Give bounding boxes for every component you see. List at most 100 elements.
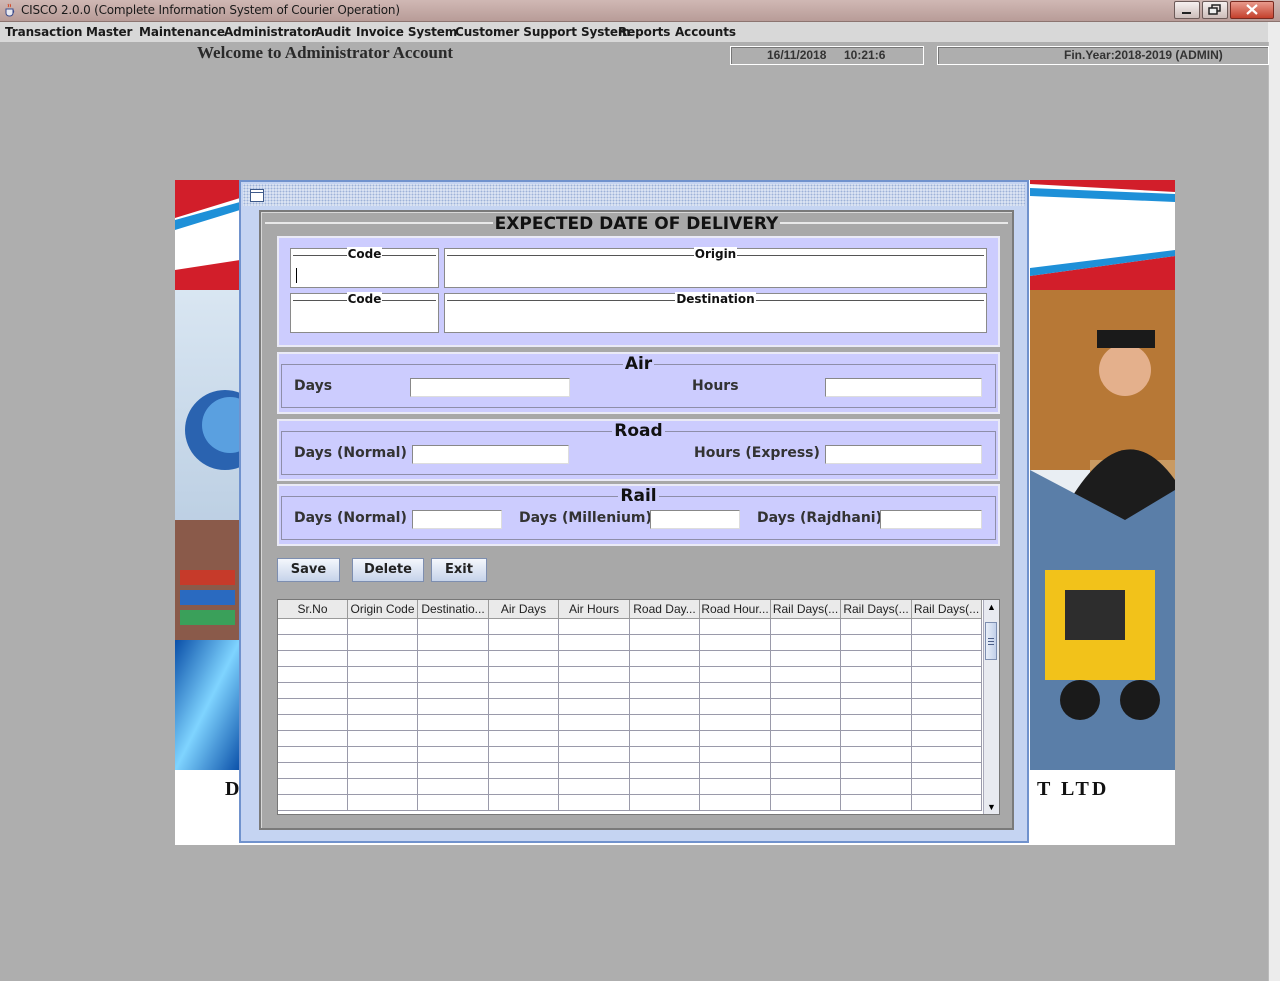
- table-cell[interactable]: [912, 635, 982, 651]
- table-cell[interactable]: [700, 667, 771, 683]
- table-cell[interactable]: [912, 747, 982, 763]
- table-cell[interactable]: [700, 763, 771, 779]
- table-row[interactable]: [278, 619, 982, 635]
- table-cell[interactable]: [630, 667, 700, 683]
- table-cell[interactable]: [771, 699, 841, 715]
- table-cell[interactable]: [912, 699, 982, 715]
- table-cell[interactable]: [278, 699, 348, 715]
- destination-field[interactable]: Destination: [444, 292, 987, 333]
- table-cell[interactable]: [912, 715, 982, 731]
- table-cell[interactable]: [278, 763, 348, 779]
- table-cell[interactable]: [489, 795, 559, 811]
- table-cell[interactable]: [489, 619, 559, 635]
- table-cell[interactable]: [771, 667, 841, 683]
- table-cell[interactable]: [559, 715, 630, 731]
- table-cell[interactable]: [841, 651, 912, 667]
- table-cell[interactable]: [771, 795, 841, 811]
- table-cell[interactable]: [559, 763, 630, 779]
- table-cell[interactable]: [771, 683, 841, 699]
- table-cell[interactable]: [559, 667, 630, 683]
- dest-code-field[interactable]: Code: [290, 292, 439, 333]
- table-cell[interactable]: [700, 651, 771, 667]
- menu-invoice-system[interactable]: Invoice System: [356, 25, 457, 39]
- menu-maintenance[interactable]: Maintenance: [139, 25, 225, 39]
- table-cell[interactable]: [559, 731, 630, 747]
- rail-rajdhani-input[interactable]: [880, 510, 982, 529]
- exit-button[interactable]: Exit: [431, 558, 487, 582]
- restore-button[interactable]: [1202, 1, 1228, 19]
- table-cell[interactable]: [489, 715, 559, 731]
- table-cell[interactable]: [278, 731, 348, 747]
- table-cell[interactable]: [278, 667, 348, 683]
- table-row[interactable]: [278, 667, 982, 683]
- minimize-button[interactable]: [1174, 1, 1200, 19]
- table-cell[interactable]: [489, 747, 559, 763]
- table-cell[interactable]: [348, 779, 418, 795]
- scroll-thumb[interactable]: [985, 622, 997, 660]
- table-cell[interactable]: [700, 715, 771, 731]
- table-cell[interactable]: [559, 619, 630, 635]
- table-cell[interactable]: [418, 635, 489, 651]
- table-cell[interactable]: [278, 779, 348, 795]
- table-cell[interactable]: [489, 651, 559, 667]
- table-cell[interactable]: [841, 619, 912, 635]
- menu-audit[interactable]: Audit: [315, 25, 351, 39]
- table-cell[interactable]: [278, 635, 348, 651]
- table-cell[interactable]: [912, 683, 982, 699]
- table-cell[interactable]: [348, 795, 418, 811]
- table-cell[interactable]: [418, 747, 489, 763]
- column-header[interactable]: Air Days: [489, 600, 559, 619]
- table-cell[interactable]: [278, 651, 348, 667]
- scroll-up-icon[interactable]: ▲: [984, 600, 999, 614]
- table-cell[interactable]: [630, 683, 700, 699]
- column-header[interactable]: Rail Days(...: [771, 600, 841, 619]
- column-header[interactable]: Sr.No: [278, 600, 348, 619]
- table-cell[interactable]: [418, 667, 489, 683]
- table-cell[interactable]: [841, 715, 912, 731]
- table-row[interactable]: [278, 795, 982, 811]
- table-cell[interactable]: [559, 779, 630, 795]
- table-cell[interactable]: [700, 731, 771, 747]
- table-cell[interactable]: [348, 619, 418, 635]
- table-cell[interactable]: [771, 731, 841, 747]
- table-cell[interactable]: [418, 779, 489, 795]
- table-cell[interactable]: [771, 747, 841, 763]
- table-cell[interactable]: [559, 683, 630, 699]
- table-cell[interactable]: [278, 795, 348, 811]
- table-cell[interactable]: [841, 683, 912, 699]
- save-button[interactable]: Save: [277, 558, 340, 582]
- table-cell[interactable]: [771, 651, 841, 667]
- table-cell[interactable]: [489, 731, 559, 747]
- table-cell[interactable]: [418, 651, 489, 667]
- table-cell[interactable]: [278, 619, 348, 635]
- table-row[interactable]: [278, 683, 982, 699]
- table-cell[interactable]: [489, 635, 559, 651]
- scroll-down-icon[interactable]: ▼: [984, 800, 999, 814]
- air-days-input[interactable]: [410, 378, 570, 397]
- table-cell[interactable]: [630, 699, 700, 715]
- air-hours-input[interactable]: [825, 378, 982, 397]
- table-cell[interactable]: [559, 699, 630, 715]
- column-header[interactable]: Origin Code: [348, 600, 418, 619]
- table-cell[interactable]: [348, 651, 418, 667]
- table-cell[interactable]: [841, 747, 912, 763]
- column-header[interactable]: Road Hour...: [700, 600, 771, 619]
- rail-normal-input[interactable]: [412, 510, 502, 529]
- table-cell[interactable]: [912, 763, 982, 779]
- table-cell[interactable]: [559, 635, 630, 651]
- table-cell[interactable]: [700, 635, 771, 651]
- table-cell[interactable]: [630, 619, 700, 635]
- origin-code-field[interactable]: Code: [290, 247, 439, 288]
- table-row[interactable]: [278, 699, 982, 715]
- table-row[interactable]: [278, 763, 982, 779]
- table-cell[interactable]: [418, 683, 489, 699]
- table-cell[interactable]: [418, 699, 489, 715]
- table-cell[interactable]: [559, 651, 630, 667]
- table-cell[interactable]: [700, 699, 771, 715]
- table-row[interactable]: [278, 731, 982, 747]
- table-cell[interactable]: [700, 779, 771, 795]
- rail-millenium-input[interactable]: [650, 510, 740, 529]
- delivery-table[interactable]: Sr.No Origin Code Destinatio... Air Days Air…: [277, 599, 1000, 815]
- table-cell[interactable]: [771, 779, 841, 795]
- menu-administrator[interactable]: Administrator: [224, 25, 317, 39]
